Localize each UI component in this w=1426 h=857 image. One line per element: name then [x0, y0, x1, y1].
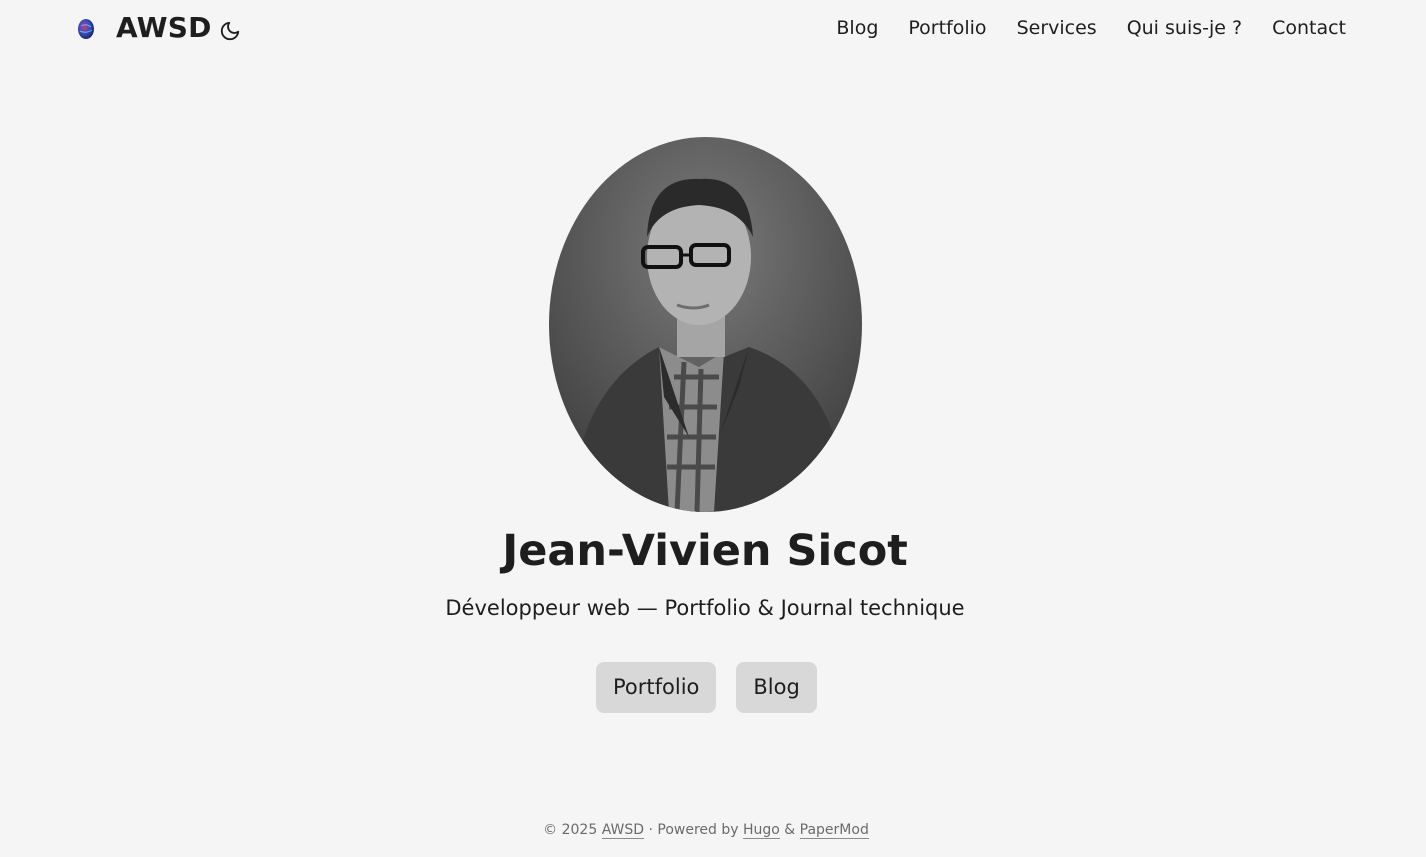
- main-nav: Blog Portfolio Services Qui suis-je ? Co…: [836, 17, 1346, 39]
- nav-item-contact[interactable]: Contact: [1272, 17, 1346, 39]
- site-title-link[interactable]: AWSD: [116, 11, 212, 44]
- moon-icon[interactable]: [219, 20, 241, 42]
- blog-button[interactable]: Blog: [736, 662, 817, 713]
- copyright-text: © 2025: [543, 822, 598, 838]
- papermod-link[interactable]: PaperMod: [799, 822, 869, 839]
- ampersand-text: &: [784, 822, 796, 838]
- profile-name: Jean-Vivien Sicot: [502, 526, 908, 576]
- footer-site-link[interactable]: AWSD: [601, 822, 645, 839]
- powered-by-text: · Powered by: [648, 822, 739, 838]
- hugo-link[interactable]: Hugo: [742, 822, 780, 839]
- planet-logo-icon[interactable]: [77, 18, 95, 40]
- profile-avatar: [549, 137, 862, 512]
- profile-subtitle: Développeur web — Portfolio & Journal te…: [445, 596, 965, 620]
- nav-item-services[interactable]: Services: [1017, 17, 1097, 39]
- nav-item-portfolio[interactable]: Portfolio: [908, 17, 986, 39]
- site-header: AWSD Blog Portfolio Services Qui suis-je…: [0, 0, 1426, 62]
- portfolio-button[interactable]: Portfolio: [596, 662, 717, 713]
- nav-item-about[interactable]: Qui suis-je ?: [1127, 17, 1242, 39]
- site-footer: © 2025 AWSD · Powered by Hugo & PaperMod: [0, 822, 1412, 839]
- profile-buttons: Portfolio Blog: [596, 662, 817, 713]
- nav-item-blog[interactable]: Blog: [836, 17, 878, 39]
